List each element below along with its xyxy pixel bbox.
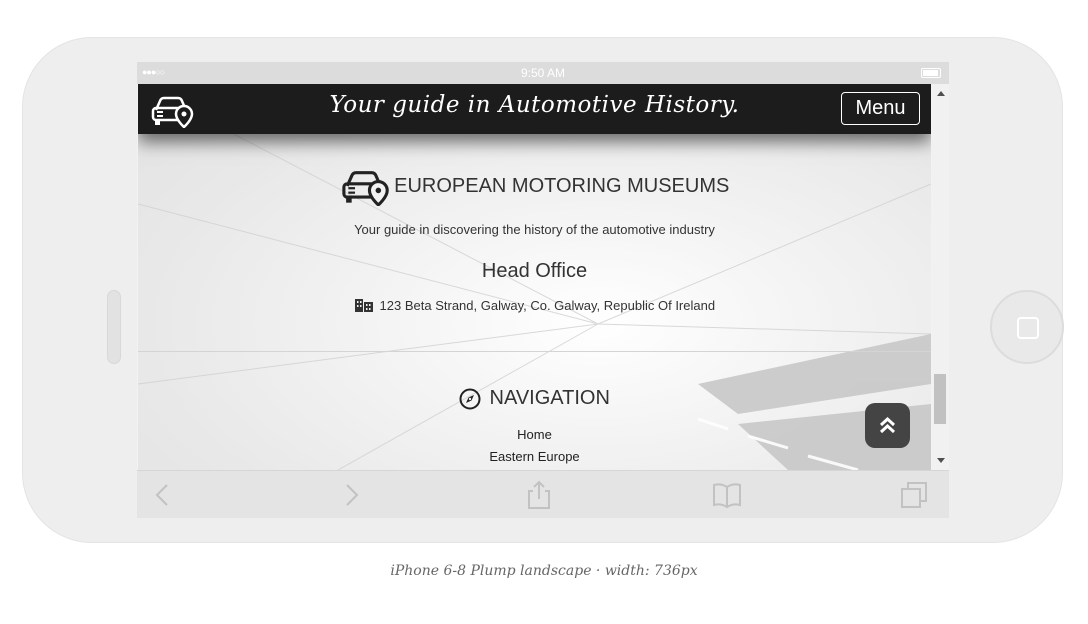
site-tagline: Your guide in Automotive History. <box>329 92 740 118</box>
head-office-title: Head Office <box>481 260 588 282</box>
nav-link-home[interactable]: Home <box>138 427 931 442</box>
bookmarks-icon[interactable] <box>711 479 743 511</box>
car-location-icon <box>341 171 389 206</box>
navigation-section: NAVIGATION Home Eastern Europe <box>138 352 931 470</box>
speaker-grille <box>107 290 121 364</box>
tabs-icon[interactable] <box>899 479 931 511</box>
office-address: 123 Beta Strand, Galway, Co. Galway, Rep… <box>379 298 716 313</box>
scroll-down-arrow-icon[interactable] <box>937 458 945 463</box>
share-icon[interactable] <box>523 479 555 511</box>
status-time: 9:50 AM <box>520 66 566 80</box>
menu-button[interactable]: Menu <box>841 92 920 125</box>
web-viewport[interactable]: Your guide in Automotive History. Menu E… <box>138 84 931 470</box>
status-bar: ●●●○○ 9:50 AM <box>137 62 949 84</box>
double-chevron-up-icon <box>879 416 896 434</box>
compass-icon <box>459 388 481 409</box>
nav-link-eastern-europe[interactable]: Eastern Europe <box>138 449 931 464</box>
building-icon <box>354 299 373 312</box>
top-navbar: Your guide in Automotive History. Menu <box>138 84 931 134</box>
home-square-icon <box>1017 317 1039 339</box>
museum-info-section: EUROPEAN MOTORING MUSEUMS Your guide in … <box>138 134 931 352</box>
browser-toolbar <box>137 470 949 518</box>
forward-arrow-icon[interactable] <box>335 479 367 511</box>
scroll-thumb[interactable] <box>934 374 946 424</box>
home-button[interactable] <box>990 290 1064 364</box>
navigation-title: NAVIGATION <box>489 387 610 409</box>
museum-title-row: EUROPEAN MOTORING MUSEUMS <box>138 166 931 206</box>
stage: ●●●○○ 9:50 AM Your guide in Automotive H… <box>0 0 1088 624</box>
back-to-top-button[interactable] <box>865 403 910 448</box>
back-arrow-icon[interactable] <box>147 479 179 511</box>
scroll-up-arrow-icon[interactable] <box>937 91 945 96</box>
phone-screen: ●●●○○ 9:50 AM Your guide in Automotive H… <box>137 62 949 518</box>
museum-title: EUROPEAN MOTORING MUSEUMS <box>394 174 730 197</box>
navigation-title-row: NAVIGATION <box>138 387 931 410</box>
office-address-row: 123 Beta Strand, Galway, Co. Galway, Rep… <box>138 298 931 313</box>
device-caption: iPhone 6-8 Plump landscape · width: 736p… <box>390 563 698 579</box>
battery-icon <box>921 68 941 78</box>
museum-subtitle: Your guide in discovering the history of… <box>354 222 715 237</box>
vertical-scrollbar[interactable] <box>932 84 949 470</box>
